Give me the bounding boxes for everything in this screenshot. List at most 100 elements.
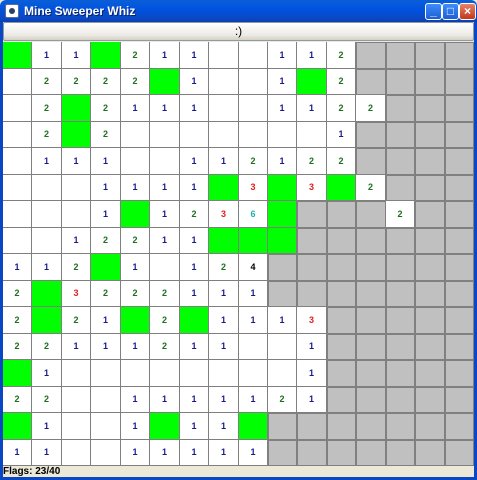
hidden-cell[interactable] (415, 254, 445, 281)
hidden-cell[interactable] (386, 69, 415, 95)
flagged-cell[interactable] (32, 281, 62, 307)
number-cell[interactable]: 1 (121, 334, 150, 360)
empty-cell[interactable] (239, 95, 268, 122)
number-cell[interactable]: 2 (32, 387, 62, 413)
empty-cell[interactable] (150, 122, 180, 148)
maximize-button[interactable]: □ (442, 3, 459, 20)
hidden-cell[interactable] (445, 360, 474, 387)
number-cell[interactable]: 1 (297, 387, 327, 413)
hidden-cell[interactable] (268, 254, 297, 281)
hidden-cell[interactable] (445, 387, 474, 413)
number-cell[interactable]: 1 (62, 228, 91, 254)
hidden-cell[interactable] (356, 360, 386, 387)
number-cell[interactable]: 1 (180, 148, 209, 175)
hidden-cell[interactable] (327, 228, 356, 254)
flagged-cell[interactable] (150, 413, 180, 440)
hidden-cell[interactable] (415, 69, 445, 95)
number-cell[interactable]: 1 (150, 228, 180, 254)
hidden-cell[interactable] (356, 201, 386, 228)
number-cell[interactable]: 1 (209, 334, 239, 360)
empty-cell[interactable] (3, 175, 32, 201)
number-cell[interactable]: 1 (3, 254, 32, 281)
number-cell[interactable]: 1 (239, 387, 268, 413)
hidden-cell[interactable] (445, 334, 474, 360)
number-cell[interactable]: 1 (150, 42, 180, 69)
hidden-cell[interactable] (297, 254, 327, 281)
number-cell[interactable]: 1 (150, 175, 180, 201)
flagged-cell[interactable] (209, 228, 239, 254)
number-cell[interactable]: 1 (327, 122, 356, 148)
hidden-cell[interactable] (415, 387, 445, 413)
hidden-cell[interactable] (356, 307, 386, 334)
flagged-cell[interactable] (268, 175, 297, 201)
empty-cell[interactable] (91, 413, 121, 440)
number-cell[interactable]: 1 (121, 175, 150, 201)
number-cell[interactable]: 2 (3, 387, 32, 413)
hidden-cell[interactable] (356, 334, 386, 360)
empty-cell[interactable] (3, 201, 32, 228)
number-cell[interactable]: 1 (32, 413, 62, 440)
empty-cell[interactable] (121, 122, 150, 148)
hidden-cell[interactable] (327, 334, 356, 360)
flagged-cell[interactable] (209, 175, 239, 201)
empty-cell[interactable] (3, 95, 32, 122)
number-cell[interactable]: 1 (268, 95, 297, 122)
number-cell[interactable]: 1 (297, 42, 327, 69)
number-cell[interactable]: 1 (209, 307, 239, 334)
number-cell[interactable]: 2 (91, 69, 121, 95)
hidden-cell[interactable] (297, 281, 327, 307)
number-cell[interactable]: 2 (150, 334, 180, 360)
number-cell[interactable]: 1 (121, 413, 150, 440)
hidden-cell[interactable] (327, 201, 356, 228)
hidden-cell[interactable] (386, 307, 415, 334)
number-cell[interactable]: 1 (91, 175, 121, 201)
hidden-cell[interactable] (386, 122, 415, 148)
number-cell[interactable]: 2 (3, 281, 32, 307)
hidden-cell[interactable] (445, 148, 474, 175)
hidden-cell[interactable] (327, 440, 356, 466)
flagged-cell[interactable] (268, 228, 297, 254)
empty-cell[interactable] (121, 360, 150, 387)
close-button[interactable]: × (459, 3, 476, 20)
flagged-cell[interactable] (150, 69, 180, 95)
empty-cell[interactable] (3, 122, 32, 148)
number-cell[interactable]: 1 (297, 95, 327, 122)
empty-cell[interactable] (150, 360, 180, 387)
hidden-cell[interactable] (415, 95, 445, 122)
number-cell[interactable]: 2 (356, 175, 386, 201)
hidden-cell[interactable] (445, 413, 474, 440)
number-cell[interactable]: 2 (268, 387, 297, 413)
empty-cell[interactable] (32, 175, 62, 201)
flagged-cell[interactable] (239, 413, 268, 440)
number-cell[interactable]: 1 (32, 148, 62, 175)
number-cell[interactable]: 2 (209, 254, 239, 281)
hidden-cell[interactable] (445, 95, 474, 122)
number-cell[interactable]: 1 (62, 42, 91, 69)
hidden-cell[interactable] (386, 175, 415, 201)
number-cell[interactable]: 2 (150, 307, 180, 334)
hidden-cell[interactable] (356, 281, 386, 307)
number-cell[interactable]: 1 (91, 307, 121, 334)
number-cell[interactable]: 1 (91, 201, 121, 228)
empty-cell[interactable] (150, 254, 180, 281)
number-cell[interactable]: 1 (121, 95, 150, 122)
hidden-cell[interactable] (356, 254, 386, 281)
number-cell[interactable]: 2 (32, 69, 62, 95)
number-cell[interactable]: 2 (121, 42, 150, 69)
number-cell[interactable]: 2 (91, 122, 121, 148)
hidden-cell[interactable] (297, 440, 327, 466)
hidden-cell[interactable] (415, 307, 445, 334)
empty-cell[interactable] (239, 69, 268, 95)
hidden-cell[interactable] (445, 42, 474, 69)
number-cell[interactable]: 1 (32, 360, 62, 387)
number-cell[interactable]: 1 (297, 334, 327, 360)
number-cell[interactable]: 1 (150, 387, 180, 413)
number-cell[interactable]: 2 (32, 334, 62, 360)
empty-cell[interactable] (150, 148, 180, 175)
empty-cell[interactable] (239, 360, 268, 387)
hidden-cell[interactable] (356, 387, 386, 413)
number-cell[interactable]: 2 (327, 69, 356, 95)
number-cell[interactable]: 2 (121, 281, 150, 307)
hidden-cell[interactable] (386, 95, 415, 122)
hidden-cell[interactable] (268, 440, 297, 466)
